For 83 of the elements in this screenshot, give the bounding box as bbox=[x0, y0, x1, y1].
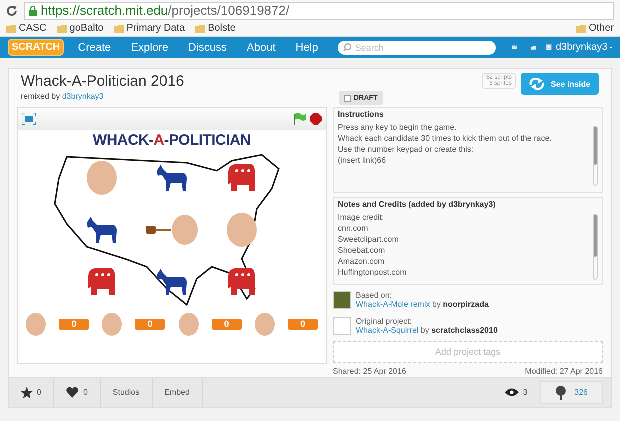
modified-date: Modified: 27 Apr 2016 bbox=[525, 367, 603, 376]
instructions-line: (insert link)66 bbox=[338, 155, 388, 166]
score-counter: 0 bbox=[59, 319, 90, 330]
notes-line: cnn.com bbox=[338, 223, 370, 234]
search-field[interactable]: Search bbox=[338, 40, 496, 54]
views-count: 3 bbox=[493, 378, 540, 407]
credit-line: Whack-A-Mole remix by noorpirzada bbox=[356, 300, 489, 309]
game-title-text: -POLITICIAN bbox=[164, 132, 251, 149]
eye-icon bbox=[505, 388, 520, 397]
tags-field[interactable]: Add project tags bbox=[333, 341, 603, 363]
draft-checkbox[interactable] bbox=[344, 94, 351, 102]
star-icon bbox=[21, 386, 33, 398]
face-placeholder bbox=[26, 313, 46, 336]
heart-icon bbox=[66, 387, 80, 398]
username[interactable]: d3brynkay3 bbox=[556, 42, 608, 53]
face-placeholder bbox=[172, 215, 198, 245]
bookmark[interactable]: goBalto bbox=[56, 23, 104, 34]
notes-line: Sweetclipart.com bbox=[338, 234, 400, 245]
instructions-heading: Instructions bbox=[338, 110, 385, 119]
remixes-button[interactable]: 326 bbox=[540, 381, 603, 404]
score-counter: 0 bbox=[212, 319, 242, 330]
folder-icon bbox=[6, 24, 16, 32]
nav-link[interactable]: Discuss bbox=[188, 42, 227, 54]
donkey-icon bbox=[155, 267, 189, 297]
nav-link[interactable]: About bbox=[247, 42, 276, 54]
nav-link[interactable]: Explore bbox=[131, 42, 168, 54]
face-placeholder bbox=[227, 212, 257, 248]
notes-line: Amazon.com bbox=[338, 256, 386, 267]
game-title-text: A bbox=[154, 132, 164, 149]
mail-icon[interactable] bbox=[512, 43, 518, 52]
credit-label: Original project: bbox=[356, 317, 414, 326]
other-bookmarks[interactable]: Other bbox=[576, 23, 614, 34]
score-counter: 0 bbox=[288, 319, 318, 330]
notes-line: Huffingtonpost.com bbox=[338, 267, 408, 278]
reload-icon[interactable] bbox=[6, 4, 18, 16]
nav-link[interactable]: Create bbox=[78, 42, 112, 54]
address-bar[interactable]: https://scratch.mit.edu/projects/106919872/ bbox=[24, 2, 614, 20]
instructions-line: Use the number keypad or create this: bbox=[338, 144, 475, 155]
bookmark[interactable]: CASC bbox=[6, 23, 47, 34]
author-link[interactable]: d3brynkay3 bbox=[62, 92, 104, 101]
folder-icon bbox=[576, 24, 586, 32]
gavel-icon bbox=[146, 223, 172, 237]
game-title-text: WHACK- bbox=[93, 132, 154, 149]
face-placeholder bbox=[178, 313, 199, 336]
project-title: Whack-A-Politician 2016 bbox=[21, 73, 186, 90]
instructions-line: Whack each candidate 30 times to kick them out of the race. bbox=[338, 133, 553, 144]
donkey-icon bbox=[85, 215, 119, 245]
notes-line: Shoebat.com bbox=[338, 245, 386, 256]
score-counter: 0 bbox=[135, 319, 166, 330]
face-placeholder bbox=[102, 313, 122, 336]
favorite-button[interactable]: 0 bbox=[9, 378, 54, 407]
lock-icon bbox=[29, 6, 37, 16]
donkey-icon bbox=[155, 163, 189, 193]
fullscreen-icon[interactable] bbox=[22, 113, 36, 125]
flag-icon[interactable] bbox=[294, 113, 306, 125]
folder-icon bbox=[56, 24, 67, 32]
scrollbar[interactable] bbox=[593, 214, 598, 280]
stop-icon[interactable] bbox=[310, 113, 322, 125]
folder-icon bbox=[195, 24, 206, 32]
credit-label: Based on: bbox=[356, 291, 394, 300]
caret-icon[interactable] bbox=[610, 46, 612, 50]
remix-arrows-icon bbox=[529, 78, 545, 90]
face-placeholder bbox=[254, 313, 275, 336]
project-thumbnail[interactable] bbox=[333, 291, 351, 309]
nav-link[interactable]: Help bbox=[296, 42, 318, 54]
studios-button[interactable]: Studios bbox=[100, 378, 153, 407]
bookmark[interactable]: Bolste bbox=[195, 23, 236, 34]
url-text: https://scratch.mit.edu/projects/106919872/ bbox=[41, 3, 290, 18]
notes-heading: Notes and Credits (added by d3brynkay3) bbox=[338, 200, 497, 209]
remixed-by-label: remixed by bbox=[21, 92, 62, 101]
bookmark[interactable]: Primary Data bbox=[114, 23, 186, 34]
tree-icon bbox=[554, 386, 567, 400]
embed-button[interactable]: Embed bbox=[152, 378, 203, 407]
shared-date: Shared: 25 Apr 2016 bbox=[333, 367, 406, 376]
credit-line: Whack-A-Squirrel by scratchclass2010 bbox=[356, 326, 498, 335]
face-placeholder bbox=[87, 160, 117, 196]
folder-icon bbox=[114, 24, 124, 32]
search-icon bbox=[343, 43, 352, 52]
project-thumbnail[interactable] bbox=[333, 317, 351, 335]
instructions-line: Press any key to begin the game. bbox=[338, 122, 458, 133]
notes-line: Image credit: bbox=[338, 212, 386, 223]
scrollbar[interactable] bbox=[593, 126, 598, 186]
love-button[interactable]: 0 bbox=[54, 378, 101, 407]
